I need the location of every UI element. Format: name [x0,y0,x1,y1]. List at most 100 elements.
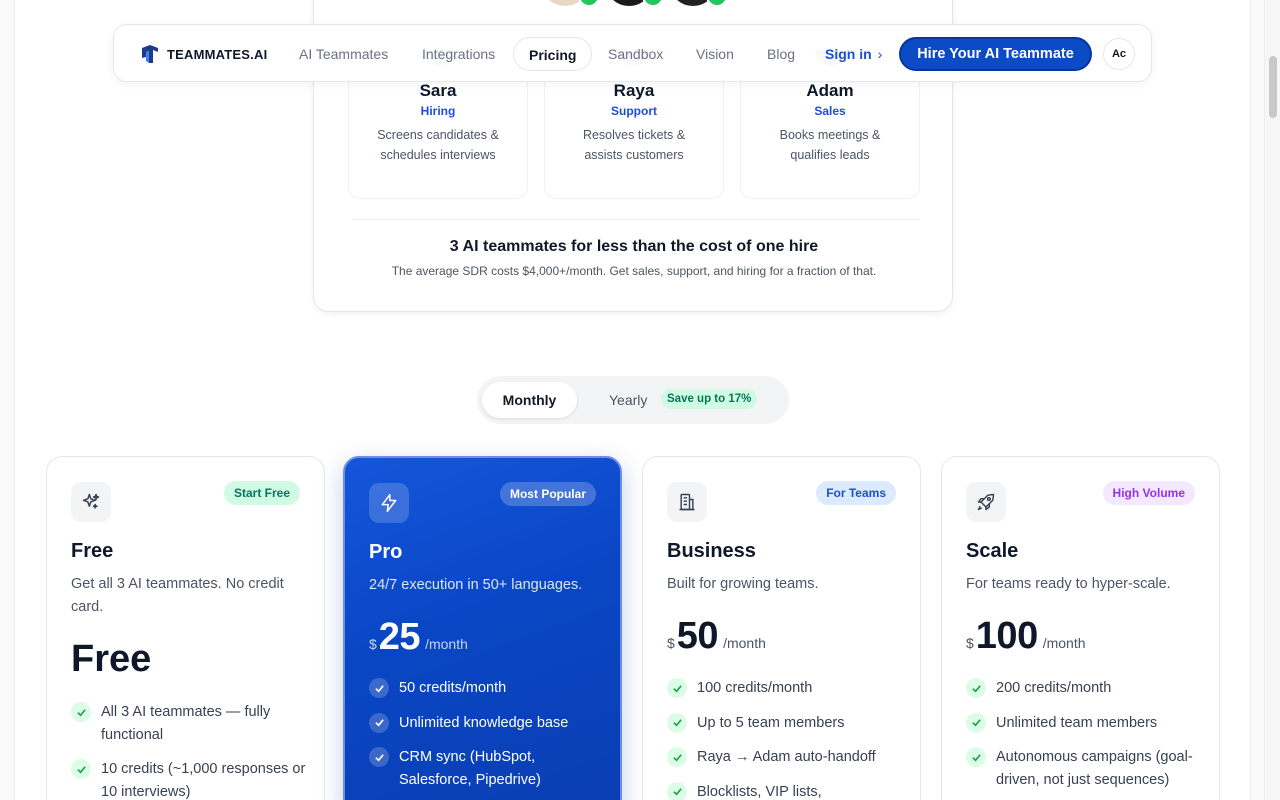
check-badge-icon [578,0,600,7]
teammate-card-adam: Adam Sales Books meetings & qualifies le… [740,50,920,199]
top-navigation: TEAMMATES.AI AI Teammates Integrations P… [113,24,1152,82]
check-icon [966,747,986,767]
billing-monthly-option[interactable]: Monthly [482,382,577,418]
list-item: Unlimited team members [966,712,1201,735]
plan-feature-list: All 3 AI teammates — fully functional 10… [71,701,306,800]
check-icon [667,747,687,767]
check-icon [966,712,986,733]
language-icon: Aᴄ [1111,48,1127,60]
price-currency: $ [966,635,974,651]
feature-text: Unlimited knowledge base [399,714,569,731]
teammate-role: Hiring [420,104,456,118]
check-icon [667,781,687,800]
nav-link-sandbox[interactable]: Sandbox [608,37,663,71]
plan-badge: Most Popular [499,482,596,506]
teammate-description: Resolves tickets & assists customers [582,128,686,162]
avatar-row [538,0,738,9]
lightning-icon [369,483,409,523]
rocket-icon [966,482,1006,522]
plan-card-pro: Most Popular Pro 24/7 execution in 50+ l… [343,456,622,800]
plan-badge: For Teams [816,481,896,505]
scrollbar-thumb[interactable] [1269,56,1277,118]
teammate-card-sara: Sara Hiring Screens candidates & schedul… [348,50,528,199]
check-badge-icon [706,0,728,7]
nav-link-ai-teammates[interactable]: AI Teammates [299,37,388,71]
nav-link-blog[interactable]: Blog [767,37,795,71]
feature-text: Raya → Adam auto-handoff [697,749,876,765]
feature-text: Blocklists, VIP lists, [697,783,822,800]
language-switcher-button[interactable]: Aᴄ [1103,38,1135,70]
sign-in-label: Sign in [825,46,872,62]
teammate-name: Raya [613,81,655,100]
check-icon [667,712,687,733]
building-icon [667,482,707,522]
brand-logo[interactable]: TEAMMATES.AI [139,43,267,65]
plan-description: Built for growing teams. [667,576,819,592]
nav-link-integrations[interactable]: Integrations [422,37,495,71]
price-period: /month [723,635,766,651]
check-icon [71,702,91,722]
plan-feature-list: 200 credits/month Unlimited team members… [966,677,1201,800]
billing-period-toggle: Monthly Yearly Save up to 17% [477,376,789,424]
plan-price: $ 50 /month [667,615,766,658]
nav-link-vision[interactable]: Vision [696,37,734,71]
feature-text: Autonomous campaigns (goal-driven, not j… [996,749,1193,788]
brand-name: TEAMMATES.AI [167,46,268,62]
plan-name: Pro [369,541,403,563]
feature-text: 200 credits/month [996,680,1112,696]
plan-card-business: For Teams Business Built for growing tea… [642,456,921,800]
plan-description: 24/7 execution in 50+ languages. [369,577,583,593]
list-item: CRM sync (HubSpot, Salesforce, Pipedrive… [369,746,604,791]
divider [352,219,920,220]
nav-link-pricing[interactable]: Pricing [513,37,593,71]
cost-subtext: The average SDR costs $4,000+/month. Get… [391,264,877,278]
price-currency: $ [369,636,377,652]
yearly-savings-badge: Save up to 17% [661,389,758,409]
plan-name: Scale [966,540,1019,562]
billing-yearly-option[interactable]: Yearly [609,382,647,418]
feature-text: All 3 AI teammates — fully functional [101,704,271,743]
list-item: Autonomous campaigns (goal-driven, not j… [966,746,1201,791]
plan-badge: Start Free [223,481,300,505]
check-icon [966,678,986,698]
price-period: /month [425,636,468,652]
teammate-card-raya: Raya Support Resolves tickets & assists … [544,50,724,199]
list-item: 200 credits/month [966,677,1201,700]
plan-card-free: Start Free Free Get all 3 AI teammates. … [46,456,325,800]
teammate-role: Support [611,104,657,118]
sparkles-icon [71,482,111,522]
plan-description: For teams ready to hyper-scale. [966,576,1171,592]
sign-in-link[interactable]: Sign in › [825,37,882,71]
check-icon [369,678,389,698]
cost-headline: 3 AI teammates for less than the cost of… [449,238,819,255]
teammate-name: Adam [806,81,854,100]
page-scrollbar[interactable] [1264,0,1280,800]
list-item: 100 credits/month [667,677,902,700]
plan-badge: High Volume [1102,481,1195,505]
list-item: Raya → Adam auto-handoff [667,746,902,769]
list-item: 10 credits (~1,000 responses or 10 inter… [71,758,306,800]
price-period: /month [1042,635,1086,651]
list-item: Up to 5 team members [667,712,902,735]
plan-feature-list: 100 credits/month Up to 5 team members R… [667,677,902,800]
plan-description: Get all 3 AI teammates. No credit card. [71,576,284,615]
check-icon [667,678,687,698]
hire-ai-teammate-button[interactable]: Hire Your AI Teammate [899,37,1092,71]
list-item: Unlimited knowledge base [369,712,604,735]
feature-text: 10 credits (~1,000 responses or 10 inter… [101,761,306,800]
list-item: 50 credits/month [369,677,604,700]
price-currency: $ [667,635,675,651]
plan-card-scale: High Volume Scale For teams ready to hyp… [941,456,1220,800]
plan-feature-list: 50 credits/month Unlimited knowledge bas… [369,677,604,800]
price-amount: 100 [975,615,1038,657]
plan-name: Business [667,540,756,562]
feature-text: 50 credits/month [399,680,507,696]
plan-price: $ 100 /month [966,615,1086,658]
teammate-description: Books meetings & qualifies leads [779,128,881,162]
price-amount: 50 [676,615,719,657]
plan-price: $ 25 /month [369,616,468,659]
plan-name: Free [71,540,114,562]
feature-text: Unlimited team members [996,714,1158,731]
check-icon [369,712,389,733]
teammate-name: Sara [419,81,457,100]
